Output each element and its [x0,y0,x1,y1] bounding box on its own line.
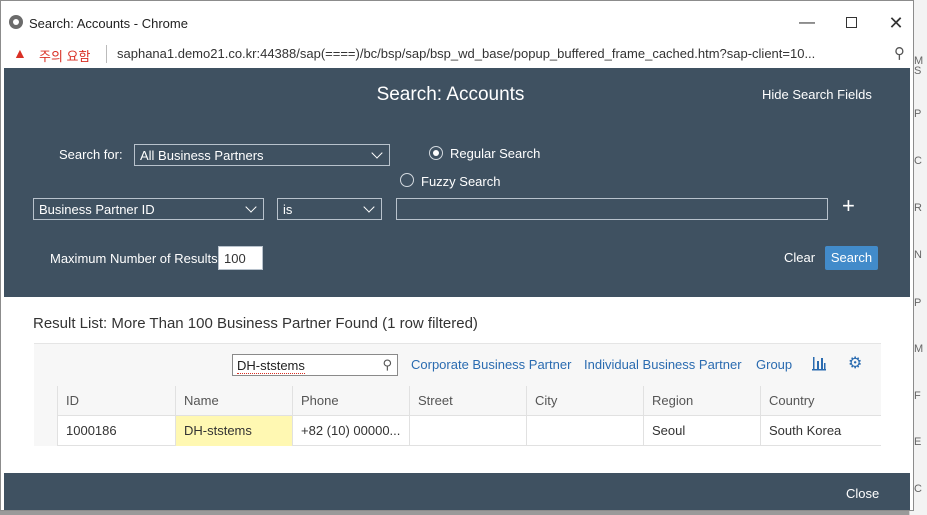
table-toolbar: DH-ststems ⚲ Corporate Business Partner … [34,344,881,386]
background-text: N [914,249,922,261]
gear-icon[interactable]: ⚙ [848,353,862,373]
warning-icon[interactable]: ▲ [13,45,27,61]
search-for-dropdown[interactable]: All Business Partners [134,144,390,166]
cell-phone: +82 (10) 00000... [292,416,409,446]
background-text: P [914,297,922,309]
background-text: F [914,390,921,402]
window-title: Search: Accounts - Chrome [29,16,188,31]
address-separator [106,45,107,63]
zoom-icon[interactable]: ⚲ [894,44,905,62]
criteria-operator-value: is [283,202,293,217]
column-header-phone[interactable]: Phone [292,386,409,416]
background-text: C [914,483,922,495]
criteria-value-input[interactable] [396,198,828,220]
max-results-label: Maximum Number of Results: [50,251,222,266]
result-table: DH-ststems ⚲ Corporate Business Partner … [34,343,881,446]
clear-button[interactable]: Clear [784,250,815,265]
search-for-label: Search for: [59,147,123,162]
hide-search-fields-link[interactable]: Hide Search Fields [762,87,872,102]
security-warning[interactable]: 주의 요함 [39,46,90,65]
row-selector[interactable] [34,416,57,446]
result-grid: ID Name Phone Street City Region Country… [34,386,881,446]
search-button[interactable]: Search [825,246,878,270]
search-panel: Search: Accounts Hide Search Fields Sear… [4,68,910,297]
background-text: S [914,65,922,77]
browser-window: Search: Accounts - Chrome — ✕ ▲ 주의 요함 sa… [0,0,914,511]
chevron-down-icon [363,201,375,213]
cell-id: 1000186 [57,416,175,446]
url-text[interactable]: saphana1.demo21.co.kr:44388/sap(====)/bc… [117,46,887,61]
column-header-city[interactable]: City [526,386,643,416]
chevron-down-icon [245,201,257,213]
cell-city [526,416,643,446]
background-text: M [914,343,924,355]
close-dialog-button[interactable]: Close [846,486,879,501]
background-text: E [914,436,922,448]
column-header-region[interactable]: Region [643,386,760,416]
column-header-country[interactable]: Country [760,386,881,416]
criteria-field-dropdown[interactable]: Business Partner ID [33,198,264,220]
maximize-button[interactable] [837,11,865,35]
chevron-down-icon [371,147,383,159]
column-header-name[interactable]: Name [175,386,292,416]
window-close-button[interactable]: ✕ [882,11,910,35]
corporate-bp-button[interactable]: Corporate Business Partner [411,357,571,372]
criteria-operator-dropdown[interactable]: is [277,198,382,220]
max-results-input[interactable]: 100 [218,246,263,270]
background-text: C [914,155,922,167]
search-for-value: All Business Partners [140,148,264,163]
filter-value: DH-ststems [237,358,305,374]
title-bar: Search: Accounts - Chrome — ✕ [1,1,913,45]
column-header-id[interactable]: ID [57,386,175,416]
add-criteria-button[interactable]: + [842,195,855,217]
criteria-field-value: Business Partner ID [39,202,155,217]
cell-name[interactable]: DH-ststems [175,416,292,446]
background-text: P [914,108,922,120]
background-text: R [914,202,922,214]
cell-country: South Korea [760,416,881,446]
cell-region: Seoul [643,416,760,446]
table-header-row: ID Name Phone Street City Region Country [34,386,881,416]
address-bar[interactable]: ▲ 주의 요함 saphana1.demo21.co.kr:44388/sap(… [1,41,913,67]
result-list-title: Result List: More Than 100 Business Part… [33,315,478,332]
column-header-street[interactable]: Street [409,386,526,416]
chrome-icon [9,15,23,29]
row-selector-header[interactable] [34,386,57,416]
minimize-button[interactable]: — [793,11,821,35]
fuzzy-search-radio[interactable] [400,173,414,187]
search-dialog: Search: Accounts Hide Search Fields Sear… [4,68,910,510]
dialog-footer: Close [4,473,910,510]
search-icon[interactable]: ⚲ [382,357,392,373]
cell-street [409,416,526,446]
fuzzy-search-label[interactable]: Fuzzy Search [421,174,500,189]
maximize-icon [845,17,857,28]
chart-icon[interactable] [811,355,827,371]
table-row[interactable]: 1000186 DH-ststems +82 (10) 00000... Seo… [34,416,881,446]
regular-search-label[interactable]: Regular Search [450,146,540,161]
individual-bp-button[interactable]: Individual Business Partner [584,357,742,372]
regular-search-radio[interactable] [429,146,443,160]
group-button[interactable]: Group [756,357,792,372]
filter-input[interactable]: DH-ststems ⚲ [232,354,398,376]
